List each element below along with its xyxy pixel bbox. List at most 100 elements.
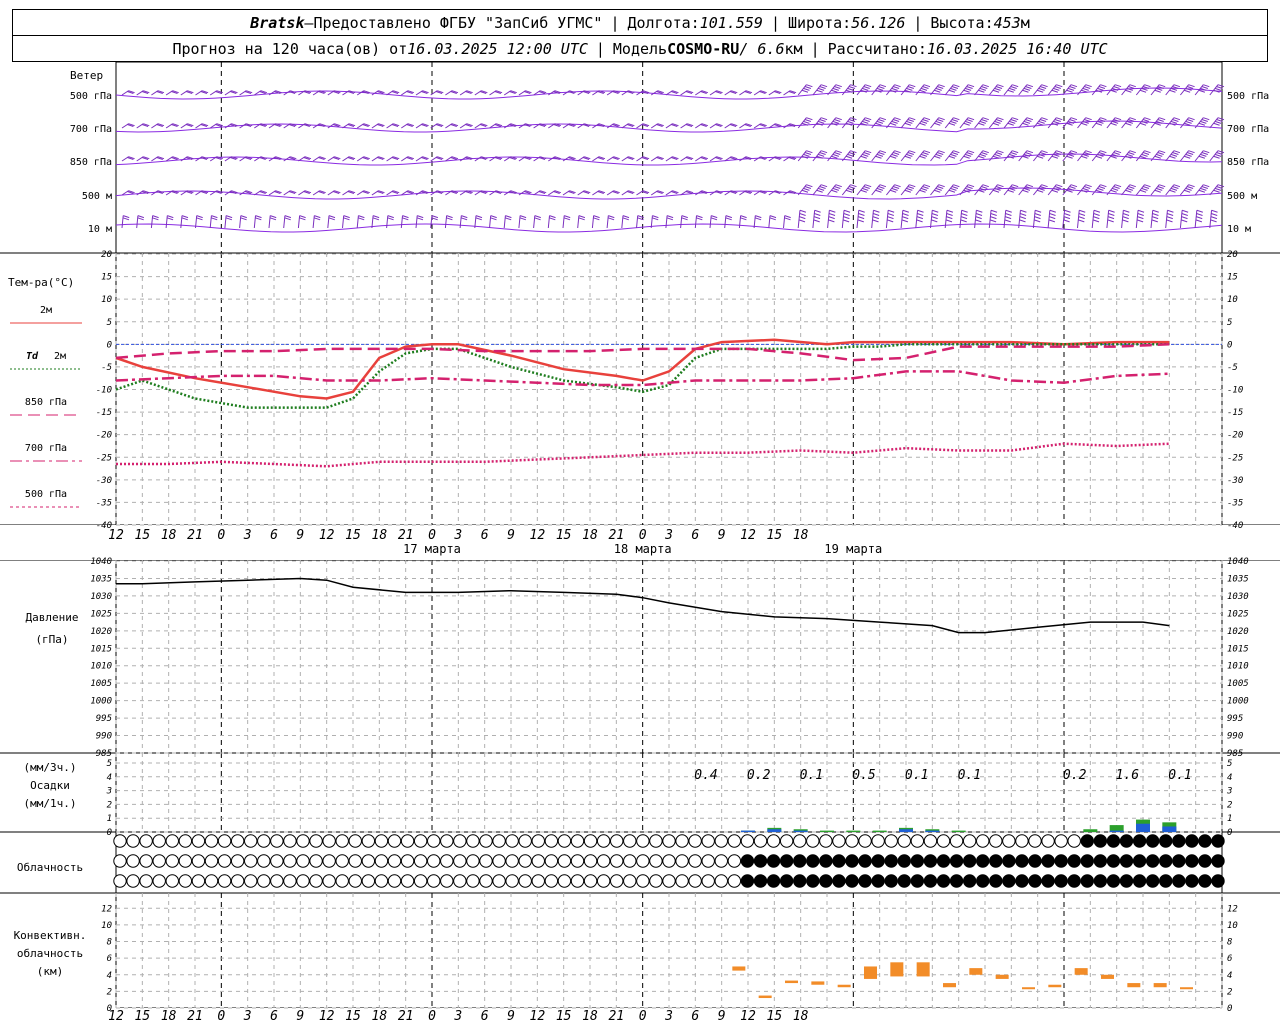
cloud-symbol — [806, 874, 820, 888]
pres-ytick-right: 1000 — [1227, 697, 1249, 707]
wind-barb-feather — [1041, 150, 1048, 154]
wind-barb-feather — [858, 209, 865, 213]
wind-barb-feather — [951, 186, 959, 190]
precip-bar — [1136, 823, 1150, 832]
wind-barb — [489, 215, 492, 229]
cloud-symbol — [518, 834, 532, 848]
wind-barb-feather — [906, 87, 913, 91]
temp-xtick: 12 — [530, 528, 546, 543]
wind-barb-feather — [799, 209, 807, 213]
cloud-symbol — [923, 834, 938, 848]
wind-barb-feather — [997, 150, 1004, 154]
wind-barb-feather — [1097, 187, 1104, 191]
conv-ytick-right: 8 — [1227, 938, 1232, 948]
legend-label: 700 гПа — [25, 443, 67, 454]
wind-barb-feather — [828, 219, 835, 223]
wind-barb-feather — [1139, 122, 1147, 126]
cloud-symbol — [858, 834, 872, 848]
cloud-symbol — [557, 854, 572, 868]
conv-ytick-left: 4 — [107, 971, 112, 981]
conv-ytick-left: 2 — [107, 987, 112, 997]
wind-barb-feather — [938, 150, 945, 154]
cloud-symbol — [1028, 874, 1042, 888]
cloud-symbol — [949, 834, 964, 848]
wind-barb-feather — [891, 187, 898, 191]
prec-unit-top: (мм/3ч.) — [24, 761, 77, 774]
wind-barb-feather — [801, 89, 809, 93]
temp-ytick-left: 5 — [107, 318, 112, 328]
cloud-symbol — [1119, 834, 1134, 848]
wind-barb-feather — [891, 87, 898, 91]
wind-barb-feather — [431, 215, 439, 219]
temp-ytick-right: 10 — [1227, 295, 1238, 305]
wind-barb-feather — [1126, 187, 1134, 191]
wind-barb-feather — [1198, 155, 1206, 159]
wind-barb-feather — [1125, 89, 1132, 93]
cloud-symbol — [204, 874, 219, 888]
wind-barb-feather — [931, 212, 939, 216]
wind-barb-feather — [992, 89, 1000, 93]
wind-barb-feather — [831, 155, 838, 159]
cloud-symbol — [1185, 834, 1199, 848]
wind-barb-feather — [806, 184, 813, 188]
wind-barb-feather — [828, 216, 835, 220]
wind-barb-feather — [832, 87, 840, 91]
wind-barb-feather — [1170, 187, 1178, 191]
wind-barb-feather — [299, 215, 306, 219]
cloud-symbol — [1132, 874, 1147, 888]
cloud-symbol — [335, 874, 349, 888]
wind-barb-feather — [1144, 84, 1151, 88]
cloud-symbol — [858, 854, 872, 868]
wind-barb-feather — [819, 186, 826, 190]
precip-bar — [1109, 830, 1124, 832]
temp-xtick: 9 — [296, 528, 304, 543]
temp-ytick-left: -15 — [96, 408, 112, 418]
wind-barb-feather — [1200, 187, 1207, 191]
wind-barb-feather — [931, 216, 938, 220]
wind-barb-feather — [806, 117, 813, 121]
cloud-symbol — [1054, 854, 1068, 868]
cloud-symbol — [1172, 854, 1186, 868]
wind-barb-feather — [652, 217, 659, 221]
wind-barb-feather — [872, 216, 879, 220]
cloud-symbol — [1119, 854, 1134, 868]
prec-ytick-right: 4 — [1227, 773, 1232, 783]
wind-barb-feather — [1144, 117, 1151, 121]
wind-barb-feather — [696, 217, 703, 221]
wind-barb-feather — [978, 189, 985, 193]
wind-barb-feather — [196, 215, 203, 219]
wind-barb — [386, 215, 389, 229]
cloud-symbol — [923, 854, 938, 868]
cloud-symbol — [623, 874, 637, 888]
pres-ytick-right: 1010 — [1227, 662, 1249, 672]
wind-barb-feather — [935, 120, 942, 124]
cloud-symbol — [871, 854, 885, 868]
wind-barb-feather — [860, 155, 867, 159]
cloud-symbol — [793, 834, 807, 848]
wind-barb-feather — [754, 217, 762, 221]
cloud-symbol — [244, 834, 258, 848]
wind-barb-feather — [979, 87, 987, 91]
cloud-symbol — [662, 834, 676, 848]
wind-barb — [253, 215, 257, 229]
wind-barb-feather — [1012, 184, 1019, 188]
wind-barb-feather — [402, 217, 409, 221]
cloud-symbol — [453, 834, 467, 848]
wind-barb-feather — [1108, 209, 1115, 213]
wind-barb-feather — [887, 216, 894, 220]
convective-bar — [995, 974, 1009, 979]
wind-barb-feather — [917, 209, 924, 213]
cloud-symbol — [322, 834, 336, 848]
cloud-symbol — [910, 874, 925, 888]
wind-barb-feather — [1079, 209, 1086, 213]
temp-xtick: 3 — [453, 528, 462, 543]
cloud-symbol — [884, 834, 898, 848]
wind-barb-feather — [878, 119, 885, 123]
wind-barb-feather — [937, 186, 944, 190]
wind-barb-feather — [1156, 153, 1163, 157]
wind-barb — [121, 215, 124, 229]
wind-barb-feather — [831, 189, 838, 193]
wind-barb-feather — [1170, 120, 1178, 124]
temp-xtick: 6 — [270, 528, 278, 543]
cloud-symbol — [675, 854, 689, 868]
